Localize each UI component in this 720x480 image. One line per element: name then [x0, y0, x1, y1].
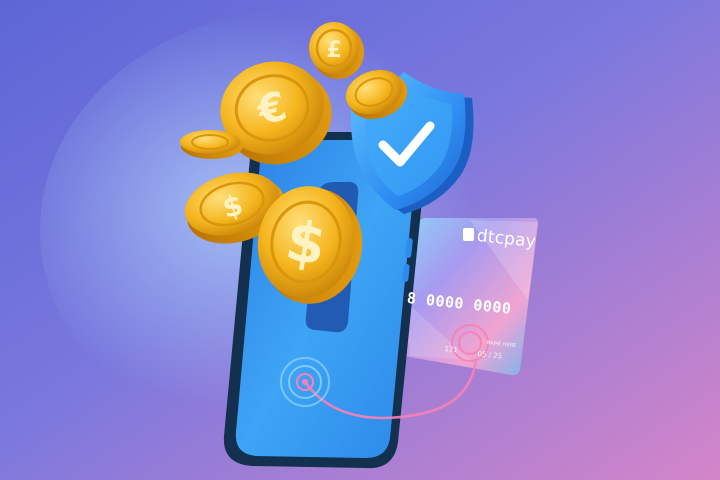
illustration-svg: £ € $ $ — [0, 0, 720, 480]
dtcpay-logo-icon — [463, 228, 474, 241]
illustration-scene: £ € $ $ dtcpay 8 0000 0000 NAME HERE 121… — [0, 0, 720, 480]
svg-text:£: £ — [326, 38, 341, 63]
card-cvv: 121 — [444, 345, 459, 355]
